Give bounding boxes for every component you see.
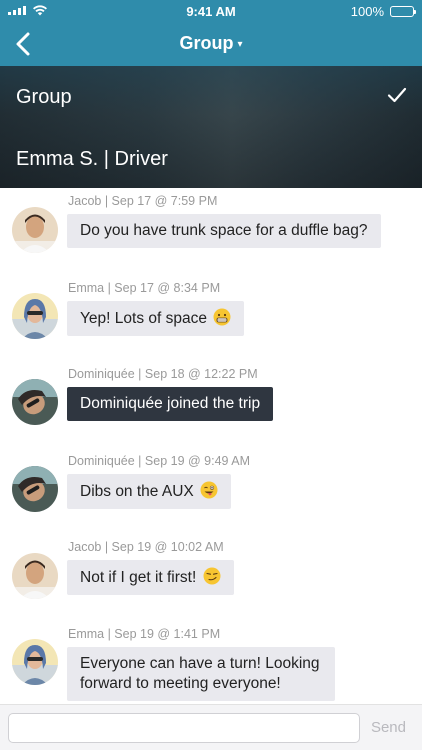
status-right: 100% [350,4,416,19]
message-meta: Emma | Sep 17 @ 8:34 PM [68,281,221,295]
dropdown-option-label: Emma S. | Driver [16,148,168,170]
smirk-emoji [203,567,221,585]
message-text: Dibs on the AUX [80,483,194,500]
message-meta: Jacob | Sep 17 @ 7:59 PM [68,194,218,208]
message-text: Do you have trunk space for a duffle bag… [80,222,368,239]
send-button[interactable]: Send [371,719,406,736]
conversation-dropdown: Group Emma S. | Driver [0,66,422,188]
message-meta: Dominiquée | Sep 19 @ 9:49 AM [68,454,251,468]
message-item: Dominiquée | Sep 19 @ 9:49 AM Dibs on th… [0,454,422,516]
message-text: Everyone can have a turn! Looking forwar… [80,655,320,692]
message-text: Dominiquée joined the trip [80,395,261,412]
jacob-avatar[interactable] [12,553,58,599]
message-bubble: Not if I get it first! [67,560,234,595]
battery-percent: 100% [350,4,384,19]
nav-title-label: Group [179,33,234,53]
system-message-bubble: Dominiquée joined the trip [67,387,274,421]
emma-avatar[interactable] [12,639,58,685]
conversation-switcher[interactable]: Group ▾ [0,33,422,54]
message-list[interactable]: Jacob | Sep 17 @ 7:59 PM Do you have tru… [0,188,422,704]
message-bubble: Do you have trunk space for a duffle bag… [67,214,381,248]
message-bubble: Yep! Lots of space [67,301,245,336]
message-item: Jacob | Sep 17 @ 7:59 PM Do you have tru… [0,194,422,256]
grimacing-emoji [213,308,231,326]
nav-bar: Group ▾ [0,22,422,66]
checkmark-icon [387,87,407,103]
dominiquee-avatar[interactable] [12,379,58,425]
message-bubble: Dibs on the AUX [67,474,232,509]
message-bubble: Everyone can have a turn! Looking forwar… [67,647,335,701]
dropdown-option-group[interactable]: Group [0,66,422,126]
message-item: Dominiquée | Sep 18 @ 12:22 PM Dominiqué… [0,367,422,429]
message-input[interactable] [8,713,360,743]
dropdown-option-driver[interactable]: Emma S. | Driver [0,128,422,188]
dominiquee-avatar[interactable] [12,466,58,512]
jacob-avatar[interactable] [12,207,58,253]
message-item: Jacob | Sep 19 @ 10:02 AM Not if I get i… [0,540,422,602]
message-text: Not if I get it first! [80,569,197,586]
caret-down-icon: ▾ [237,38,243,50]
message-meta: Emma | Sep 19 @ 1:41 PM [68,627,221,641]
message-meta: Dominiquée | Sep 18 @ 12:22 PM [68,367,258,381]
top-bar: 9:41 AM 100% Group ▾ [0,0,422,66]
emma-avatar[interactable] [12,293,58,339]
message-item: Emma | Sep 17 @ 8:34 PM Yep! Lots of spa… [0,281,422,343]
battery-icon [390,6,416,17]
message-meta: Jacob | Sep 19 @ 10:02 AM [68,540,224,554]
composer-bar: Send [0,704,422,750]
winking-tongue-emoji [200,481,218,499]
status-bar: 9:41 AM 100% [0,0,422,22]
message-text: Yep! Lots of space [80,310,207,327]
message-item: Emma | Sep 19 @ 1:41 PM Everyone can hav… [0,627,422,704]
dropdown-option-label: Group [16,86,72,108]
